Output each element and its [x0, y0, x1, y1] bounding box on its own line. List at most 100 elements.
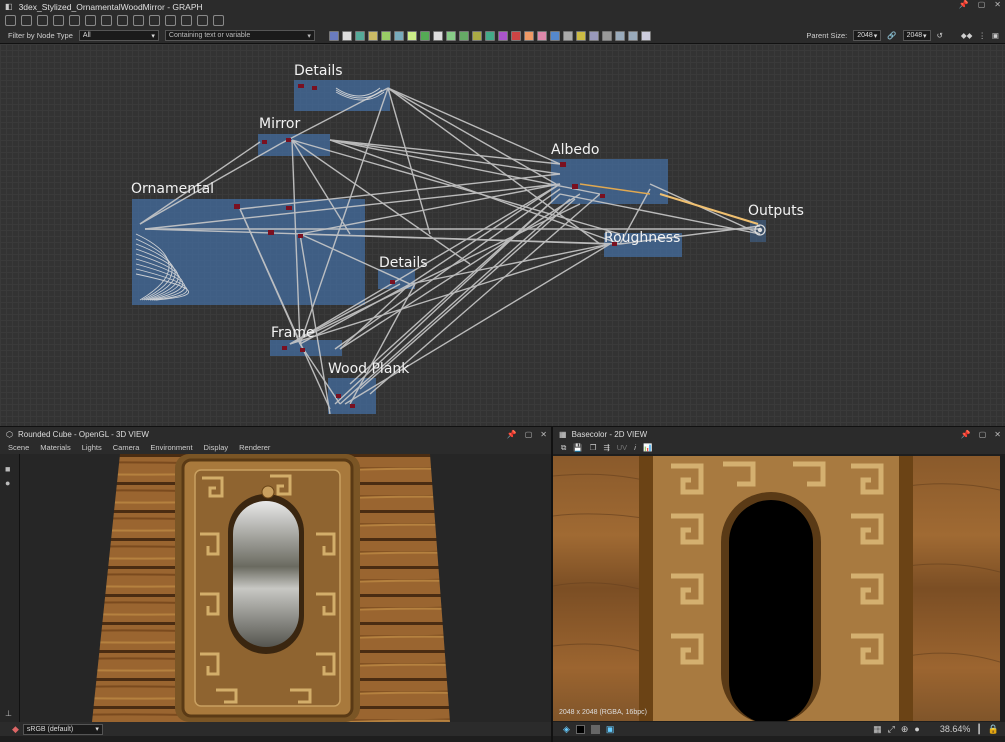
node-shortcut-icon[interactable]	[601, 30, 612, 41]
view2d-viewport[interactable]: 2048 x 2048 (RGBA, 16bpc)	[553, 456, 1000, 721]
close-icon[interactable]: ✕	[540, 430, 547, 439]
save-icon[interactable]: 💾	[573, 443, 582, 452]
node-shortcut-icon[interactable]	[614, 30, 625, 41]
close-icon[interactable]: ✕	[994, 0, 1001, 9]
menu-lights[interactable]: Lights	[82, 443, 102, 452]
node-shortcut-icon[interactable]	[393, 30, 404, 41]
menu-materials[interactable]: Materials	[40, 443, 70, 452]
link-straight-icon[interactable]	[133, 15, 144, 26]
copy-icon[interactable]: ⧉	[561, 443, 566, 453]
info-icon[interactable]: 𝑖	[634, 443, 636, 453]
menu-scene[interactable]: Scene	[8, 443, 29, 452]
node-shortcut-icon[interactable]	[510, 30, 521, 41]
frame-label-mirror: Mirror	[259, 116, 301, 132]
node-shortcut-icon[interactable]	[484, 30, 495, 41]
grid-icon[interactable]: ▦	[873, 724, 882, 735]
rounded-cube-render	[92, 454, 450, 722]
uv-toggle[interactable]: UV	[617, 443, 627, 452]
cube-icon: ⬡	[6, 429, 13, 439]
crop-icon[interactable]	[213, 15, 224, 26]
pin-icon[interactable]: 📌	[507, 430, 517, 439]
node-shortcut-icon[interactable]	[341, 30, 352, 41]
node-shortcut-icon[interactable]	[354, 30, 365, 41]
node-type-select[interactable]: All ▾	[78, 30, 159, 41]
gray-swatch[interactable]	[590, 724, 600, 734]
black-swatch[interactable]	[575, 724, 585, 734]
basecolor-texture	[553, 456, 1000, 721]
link-icon[interactable]: 🔗	[887, 31, 896, 40]
center-icon[interactable]: ⊕	[901, 724, 909, 735]
menu-environment[interactable]: Environment	[150, 443, 192, 452]
tools-icon[interactable]	[181, 15, 192, 26]
search-icon[interactable]	[69, 15, 80, 26]
frame-label-frame: Frame	[271, 325, 315, 341]
size-select[interactable]: 2048 ▾	[902, 30, 931, 41]
node-shortcut-icon[interactable]	[627, 30, 638, 41]
maximize-icon[interactable]: ▢	[525, 430, 533, 439]
pin-icon[interactable]: 📌	[961, 430, 971, 439]
menu-camera[interactable]: Camera	[113, 443, 140, 452]
frame-label-roughness: Roughness	[604, 230, 681, 246]
node-shortcut-icon[interactable]	[328, 30, 339, 41]
node-shortcut-icon[interactable]	[640, 30, 651, 41]
export-icon[interactable]: ▣	[992, 31, 999, 40]
colorspace-select[interactable]: sRGB (default) ▾	[22, 723, 103, 735]
camera-icon[interactable]: ■	[5, 464, 19, 474]
node-shortcut-icon[interactable]	[445, 30, 456, 41]
node-shortcut-icon[interactable]	[471, 30, 482, 41]
pin-icon[interactable]: 📌	[959, 0, 969, 9]
node-shortcut-icon[interactable]	[367, 30, 378, 41]
node-shortcut-icon[interactable]	[497, 30, 508, 41]
chevron-down-icon: ▾	[151, 32, 155, 40]
screenshot-icon[interactable]	[37, 15, 48, 26]
frame-selected-icon[interactable]	[21, 15, 32, 26]
node-shortcut-icon[interactable]	[588, 30, 599, 41]
lock-icon[interactable]: 🔒	[988, 724, 999, 735]
frame-icon[interactable]: ▣	[606, 724, 615, 735]
close-icon[interactable]: ✕	[994, 430, 1001, 439]
menu-display[interactable]: Display	[204, 443, 229, 452]
node-shortcut-icon[interactable]	[523, 30, 534, 41]
node-shortcut-icon[interactable]	[562, 30, 573, 41]
node-shortcut-icon[interactable]	[536, 30, 547, 41]
maximize-icon[interactable]: ▢	[979, 430, 987, 439]
channels-icon[interactable]: ⇶	[603, 443, 609, 452]
light-icon[interactable]: ●	[5, 478, 19, 488]
duplicate-icon[interactable]: ❐	[590, 443, 597, 452]
node-shortcut-icon[interactable]	[432, 30, 443, 41]
refresh-icon[interactable]	[165, 15, 176, 26]
node-shortcut-icon[interactable]	[549, 30, 560, 41]
outputs-icon[interactable]: ⋮	[978, 31, 986, 40]
maximize-icon[interactable]: ▢	[978, 0, 986, 9]
histogram-icon[interactable]: 📊	[643, 443, 652, 452]
layers-icon[interactable]: ◈	[563, 724, 570, 735]
node-shortcut-icon[interactable]	[380, 30, 391, 41]
node-shortcut-icon[interactable]	[458, 30, 469, 41]
view3d-viewport[interactable]	[20, 454, 551, 722]
info-icon[interactable]	[53, 15, 64, 26]
frame-label-albedo: Albedo	[551, 142, 600, 158]
graph-canvas[interactable]: Details Mirror Ornamental Albedo Roughne…	[0, 44, 1005, 426]
axis-icon[interactable]: ⊥	[5, 709, 12, 718]
snap-icon[interactable]	[197, 15, 208, 26]
hierarchy-icon[interactable]	[101, 15, 112, 26]
align-icon[interactable]	[85, 15, 96, 26]
graph-icon: ◧	[5, 2, 13, 11]
zoom-level[interactable]: 38.64%	[940, 724, 971, 734]
nodes-icon[interactable]: ◆◆	[961, 31, 973, 40]
reset-icon[interactable]: ↺	[937, 31, 943, 40]
fit-icon[interactable]: ⤢	[888, 724, 895, 735]
frame-all-icon[interactable]	[5, 15, 16, 26]
parent-size-select[interactable]: 2048 ▾	[853, 30, 882, 41]
link-step-icon[interactable]	[149, 15, 160, 26]
node-shortcut-icon[interactable]	[575, 30, 586, 41]
view2d-header: ▦ Basecolor - 2D VIEW 📌 ▢ ✕	[553, 427, 1005, 441]
grid-icon[interactable]	[117, 15, 128, 26]
view3d-title: Rounded Cube - OpenGL - 3D VIEW	[17, 429, 149, 439]
menu-renderer[interactable]: Renderer	[239, 443, 270, 452]
zoom-slider-icon[interactable]: ┃	[976, 724, 981, 735]
window-title: 3dex_Stylized_OrnamentalWoodMirror - GRA…	[18, 1, 203, 12]
text-filter-input[interactable]: Containing text or variable ▾	[164, 30, 315, 41]
node-shortcut-icon[interactable]	[419, 30, 430, 41]
node-shortcut-icon[interactable]	[406, 30, 417, 41]
